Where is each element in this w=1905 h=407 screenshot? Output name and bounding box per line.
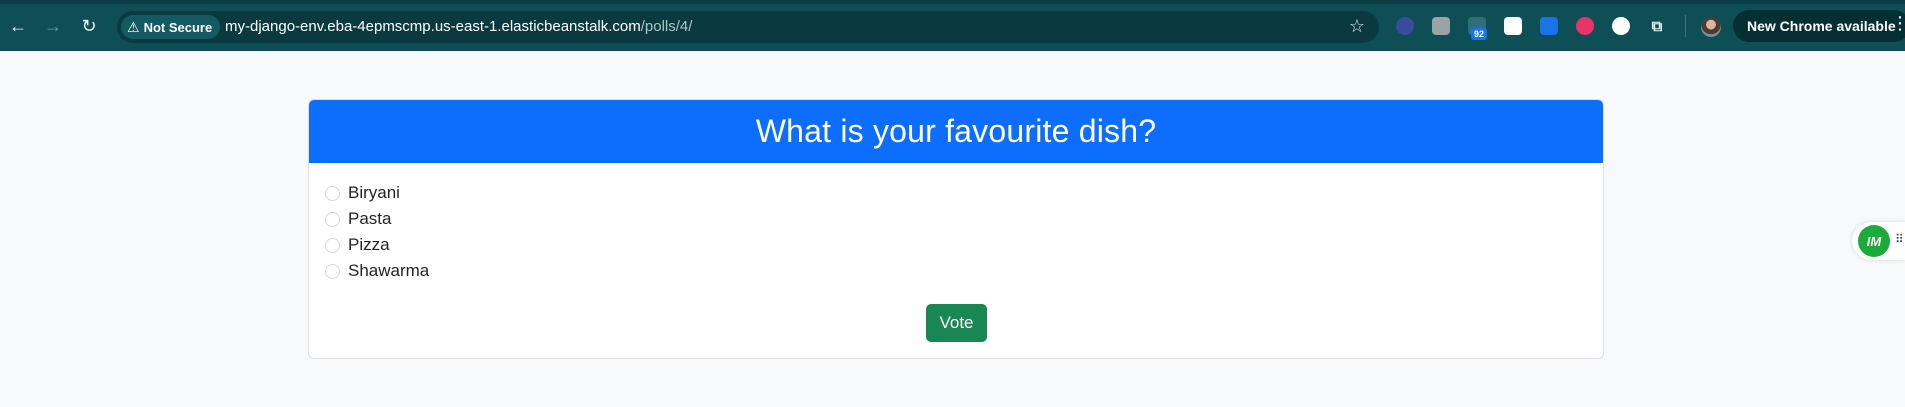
back-button[interactable]: ← [6,14,30,38]
choice-radio[interactable] [325,263,340,279]
floating-assistant-widget[interactable]: IM ⠿ [1852,222,1905,260]
extension-count-badge: 92 [1471,28,1488,40]
arrow-right-icon: → [44,16,62,36]
choice-radio[interactable] [325,185,340,201]
url-path: /polls/4/ [640,18,693,35]
url-text[interactable]: my-django-env.eba-4epmscmp.us-east-1.ela… [225,18,692,35]
forward-button[interactable]: → [41,14,65,38]
browser-toolbar: ← → ↻ ⚠ Not Secure my-django-env.eba-4ep… [0,0,1905,51]
choice-radio[interactable] [325,237,340,253]
choice-list: Biryani Pasta Pizza Shawarma [325,180,429,284]
vote-button[interactable]: Vote [926,304,987,342]
poll-card: What is your favourite dish? Biryani Pas… [308,99,1604,359]
choice-label: Shawarma [348,261,430,280]
choice-label: Biryani [348,183,400,202]
warning-icon: ⚠ [127,18,140,35]
choice-item[interactable]: Pizza [325,232,429,258]
profile-avatar[interactable] [1701,17,1721,37]
extensions-puzzle-icon[interactable]: ⧉ [1648,17,1666,35]
im-logo-icon[interactable]: IM [1858,225,1890,257]
s-circle-extension-icon[interactable] [1612,17,1630,35]
kebab-menu-icon[interactable]: ⋮ [1891,14,1905,32]
reload-icon: ↻ [81,16,97,36]
poll-question: What is your favourite dish? [755,113,1157,149]
choice-item[interactable]: Biryani [325,180,429,206]
site-security-chip[interactable]: ⚠ Not Secure [121,15,221,39]
address-bar[interactable]: ⚠ Not Secure my-django-env.eba-4epmscmp.… [117,11,1379,43]
poll-header: What is your favourite dish? [309,100,1603,163]
pdf-extension-icon[interactable] [1504,17,1522,35]
update-label: New Chrome available [1747,18,1896,34]
reload-button[interactable]: ↻ [77,14,101,38]
toolbar-divider [1685,15,1686,37]
shield-extension-icon[interactable] [1396,17,1414,35]
tab-strip [0,0,1905,4]
choice-radio[interactable] [325,211,340,227]
drag-handle-icon[interactable]: ⠿ [1895,233,1904,245]
choice-item[interactable]: Pasta [325,206,429,232]
notes-extension-icon[interactable] [1432,17,1450,35]
choice-item[interactable]: Shawarma [325,258,429,284]
security-label: Not Secure [143,19,213,35]
url-host: my-django-env.eba-4epmscmp.us-east-1.ela… [225,18,641,35]
s-extension-icon[interactable] [1540,17,1558,35]
choice-label: Pizza [348,235,390,254]
arrow-left-icon: ← [9,16,27,36]
choice-label: Pasta [348,209,392,228]
bookmark-star-icon[interactable]: ☆ [1349,16,1365,37]
record-extension-icon[interactable] [1576,17,1594,35]
chrome-update-button[interactable]: New Chrome available [1733,10,1905,42]
